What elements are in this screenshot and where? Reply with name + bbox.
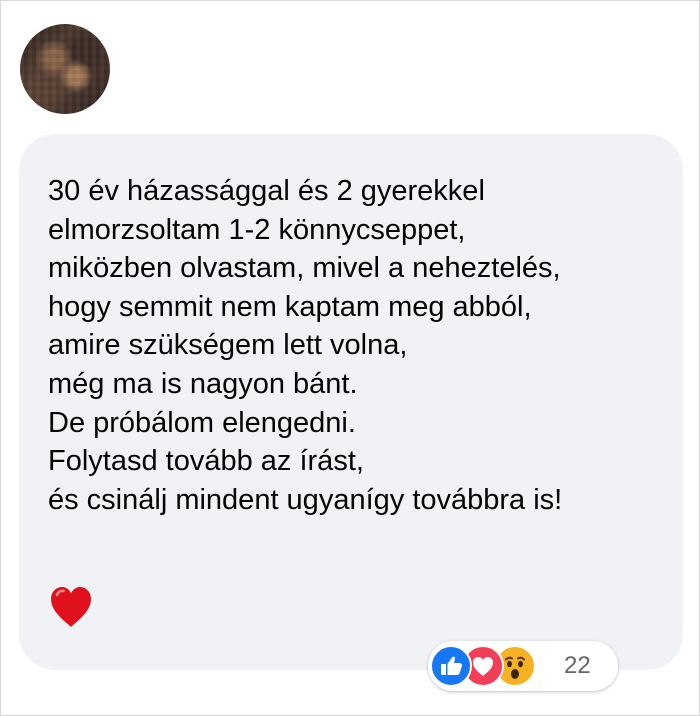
comment-line: hogy semmit nem kaptam meg abból, (48, 290, 532, 323)
comment-line: elmorzsoltam 1-2 könnycseppet, (48, 213, 466, 246)
comment-line: és csinálj mindent ugyanígy továbbra is! (48, 483, 563, 516)
comment-line: még ma is nagyon bánt. (48, 367, 358, 400)
like-icon (430, 645, 472, 687)
comment-line: Folytasd tovább az írást, (48, 445, 364, 478)
comment-line: 30 év házassággal és 2 gyerekkel (48, 175, 485, 207)
comment-line: De próbálom elengedni. (48, 406, 356, 439)
comment-line: miközben olvastam, mivel a neheztelés, (48, 252, 561, 285)
heart-icon (51, 587, 91, 627)
comment-line: amire szükségem lett volna, (48, 329, 408, 362)
avatar[interactable] (20, 24, 110, 114)
reaction-summary[interactable]: 22 (428, 641, 618, 691)
comment-text: 30 év házassággal és 2 gyerekkel elmorzs… (48, 172, 668, 519)
reaction-count: 22 (564, 652, 591, 679)
